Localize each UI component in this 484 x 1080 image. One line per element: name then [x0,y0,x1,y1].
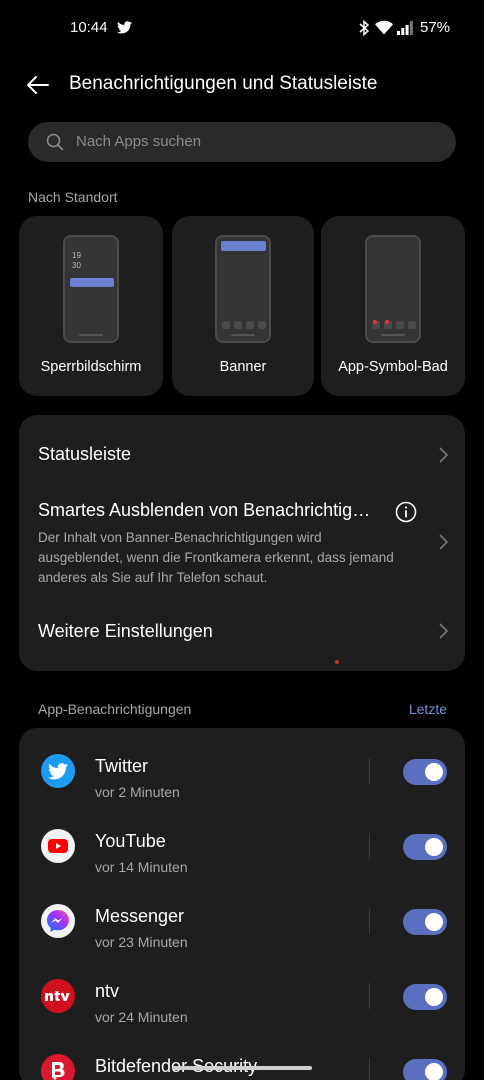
twitter-icon [41,754,75,788]
smart-hide-title: Smartes Ausblenden von Benachrichtig… [38,500,371,520]
bitdefender-icon [41,1054,75,1080]
divider [369,758,370,784]
smart-hide-description: Der Inhalt von Banner-Benachrichtigungen… [38,530,394,585]
status-time: 10:44 [70,19,108,36]
style-card-label: Sperrbildschirm [40,359,142,375]
lockscreen-preview: 19 30 [63,235,119,343]
app-last-notified: vor 23 Minuten [95,934,188,950]
search-input[interactable]: Nach Apps suchen [28,122,456,162]
notification-toggle-bitdefender[interactable] [403,1059,447,1080]
app-name: Twitter [95,756,149,776]
gesture-bar[interactable] [172,1066,312,1070]
bluetooth-icon [359,20,370,36]
app-row-messenger[interactable]: Messenger vor 23 Minuten [19,888,465,963]
app-row-youtube[interactable]: YouTube vor 14 Minuten [19,813,465,888]
section-label-app-notifications: App-Benachrichtigungen [38,701,192,717]
style-card-banner[interactable]: Banner [172,216,314,396]
notification-toggle-messenger[interactable] [403,909,447,935]
back-button[interactable] [22,70,54,100]
page-title: Benachrichtigungen und Statusleiste [69,73,378,94]
status-bar-setting-label: Statusleiste [38,444,132,464]
divider [369,983,370,1009]
style-card-label: Banner [219,359,267,375]
wifi-icon [375,20,393,35]
top-bar: Benachrichtigungen und Statusleiste [0,60,484,110]
notification-toggle-twitter[interactable] [403,759,447,785]
preview-dock [372,320,416,329]
app-last-notified: vor 14 Minuten [95,859,188,875]
preview-clock: 19 30 [72,251,81,270]
messenger-icon [41,904,75,938]
style-card-badge[interactable]: App-Symbol-Bad [321,216,465,396]
divider [369,908,370,934]
app-name: ntv [95,981,120,1001]
divider [369,1058,370,1080]
style-card-label: App-Symbol-Bad [338,359,448,375]
ntv-icon [41,979,75,1013]
app-row-twitter[interactable]: Twitter vor 2 Minuten [19,738,465,813]
style-card-lockscreen[interactable]: 19 30 Sperrbildschirm [19,216,163,396]
divider [369,833,370,859]
search-placeholder: Nach Apps suchen [76,133,202,150]
notification-toggle-ntv[interactable] [403,984,447,1010]
banner-preview [215,235,271,343]
more-settings-label: Weitere Einstellungen [38,621,213,641]
arrow-left-icon [27,76,49,94]
app-last-notified: vor 24 Minuten [95,1009,188,1025]
section-label-location: Nach Standort [28,189,118,205]
app-name: Messenger [95,906,185,926]
twitter-icon [117,21,132,34]
notification-toggle-youtube[interactable] [403,834,447,860]
app-row-bitdefender[interactable]: Bitdefender Security [19,1038,465,1080]
info-icon[interactable] [395,501,417,523]
status-bar: 10:44 57% [0,0,484,56]
settings-card: Statusleiste Smartes Ausblenden von Bena… [19,415,465,671]
app-last-notified: vor 2 Minuten [95,784,180,800]
preview-dock [222,321,266,329]
chevron-right-icon [439,623,449,639]
more-settings[interactable]: Weitere Einstellungen [19,600,465,660]
search-icon [46,133,64,151]
sort-recent-link[interactable]: Letzte [409,701,447,717]
app-list: Twitter vor 2 Minuten YouTube vor 14 Min… [19,728,465,1080]
badge-preview [365,235,421,343]
status-bar-setting[interactable]: Statusleiste [19,415,465,495]
battery-level: 57% [420,19,451,36]
signal-icon [397,21,413,35]
app-name: YouTube [95,831,166,851]
scroll-indicator [335,660,339,664]
preview-notification [70,278,114,287]
app-row-ntv[interactable]: ntv vor 24 Minuten [19,963,465,1038]
preview-banner [221,241,266,251]
chevron-right-icon [439,447,449,463]
chevron-right-icon [439,534,449,550]
youtube-icon [41,829,75,863]
